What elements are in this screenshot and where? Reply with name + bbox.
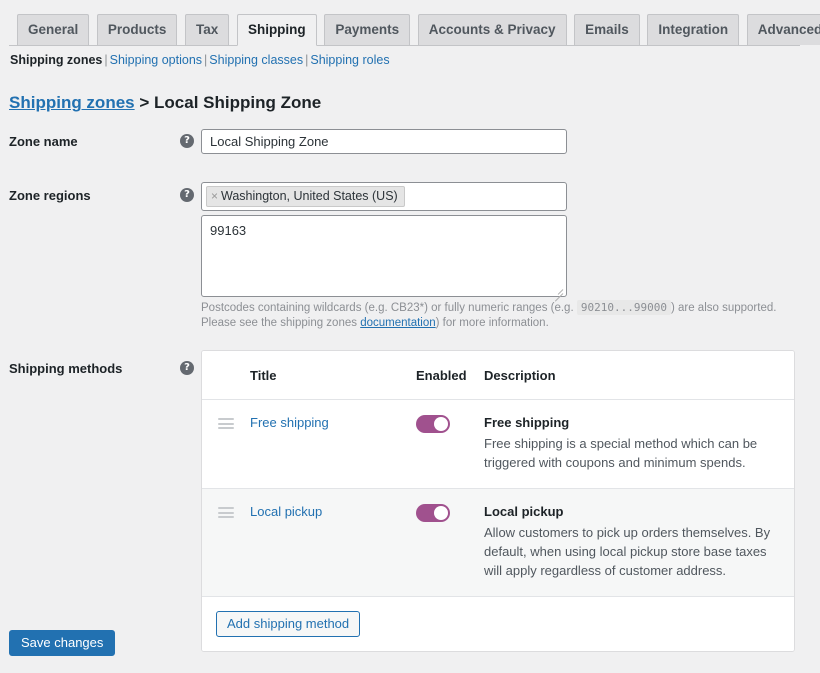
method-description-title: Local pickup [484,503,778,521]
postcodes-range-example: 90210...99000 [577,300,671,315]
subnav-separator-1: | [102,53,109,67]
row-title-cell: Free shipping [250,414,416,472]
row-enabled-cell [416,414,484,472]
drag-handle-icon[interactable] [218,507,234,518]
breadcrumb-current-zone: Local Shipping Zone [154,93,321,112]
tab-products[interactable]: Products [97,14,178,45]
toggle-knob [434,417,448,431]
method-link-local-pickup[interactable]: Local pickup [250,504,322,519]
add-shipping-method-button[interactable]: Add shipping method [216,611,360,637]
row-title-cell: Local pickup [250,503,416,580]
postcodes-description-part3: ) for more information. [436,317,549,329]
row-enabled-cell [416,503,484,580]
column-header-title: Title [250,368,416,383]
tab-accounts-privacy[interactable]: Accounts & Privacy [418,14,567,45]
method-description-body: Allow customers to pick up orders themse… [484,523,778,580]
postcodes-textarea[interactable] [201,215,567,297]
subnav-item-shipping-options[interactable]: Shipping options [110,53,202,67]
table-footer-row: Add shipping method [202,597,794,651]
region-token-label: Washington, United States (US) [221,189,398,203]
tab-advanced[interactable]: Advanced [747,14,820,45]
breadcrumb-link-shipping-zones[interactable]: Shipping zones [9,93,135,112]
shipping-methods-table: Title Enabled Description Free shipping … [201,350,795,652]
zone-name-help-icon[interactable]: ? [180,134,194,148]
breadcrumb-separator: > [139,93,149,112]
tab-general[interactable]: General [17,14,89,45]
row-sort-cell [202,414,250,472]
page-title-breadcrumb: Shipping zones > Local Shipping Zone [9,93,321,113]
table-header-row: Title Enabled Description [202,351,794,400]
toggle-enabled-free-shipping[interactable] [416,415,450,433]
row-sort-cell [202,503,250,580]
save-changes-button[interactable]: Save changes [9,630,115,656]
toggle-enabled-local-pickup[interactable] [416,504,450,522]
method-description-title: Free shipping [484,414,778,432]
shipping-methods-help-icon[interactable]: ? [180,361,194,375]
shipping-methods-label: Shipping methods [9,361,122,376]
table-row: Local pickup Local pickup Allow customer… [202,489,794,597]
subnav-item-shipping-zones[interactable]: Shipping zones [10,53,102,67]
region-token-remove-icon[interactable]: × [211,189,218,203]
tab-shipping[interactable]: Shipping [237,14,317,46]
toggle-knob [434,506,448,520]
tab-payments[interactable]: Payments [324,14,410,45]
method-link-free-shipping[interactable]: Free shipping [250,415,329,430]
postcodes-description-part1: Postcodes containing wildcards (e.g. CB2… [201,302,577,314]
method-description-body: Free shipping is a special method which … [484,434,778,472]
postcodes-description: Postcodes containing wildcards (e.g. CB2… [201,300,797,331]
row-description-cell: Local pickup Allow customers to pick up … [484,503,794,580]
zone-regions-label: Zone regions [9,188,91,203]
region-token[interactable]: ×Washington, United States (US) [206,186,405,207]
shipping-subnav: Shipping zones|Shipping options|Shipping… [10,53,390,67]
zone-regions-select[interactable]: ×Washington, United States (US) [201,182,567,211]
drag-handle-icon[interactable] [218,418,234,429]
table-row: Free shipping Free shipping Free shippin… [202,400,794,489]
column-header-description: Description [484,368,794,383]
subnav-item-shipping-roles[interactable]: Shipping roles [310,53,389,67]
zone-name-label: Zone name [9,134,78,149]
column-header-enabled: Enabled [416,368,484,383]
shipping-zone-settings-page: General Products Tax Shipping Payments A… [0,0,820,673]
tab-tax[interactable]: Tax [185,14,229,45]
zone-name-input[interactable] [201,129,567,154]
settings-tab-bar: General Products Tax Shipping Payments A… [9,14,800,46]
row-description-cell: Free shipping Free shipping is a special… [484,414,794,472]
tab-emails[interactable]: Emails [574,14,640,45]
tab-integration[interactable]: Integration [647,14,739,45]
zone-regions-help-icon[interactable]: ? [180,188,194,202]
subnav-item-shipping-classes[interactable]: Shipping classes [209,53,303,67]
documentation-link[interactable]: documentation [360,317,435,329]
